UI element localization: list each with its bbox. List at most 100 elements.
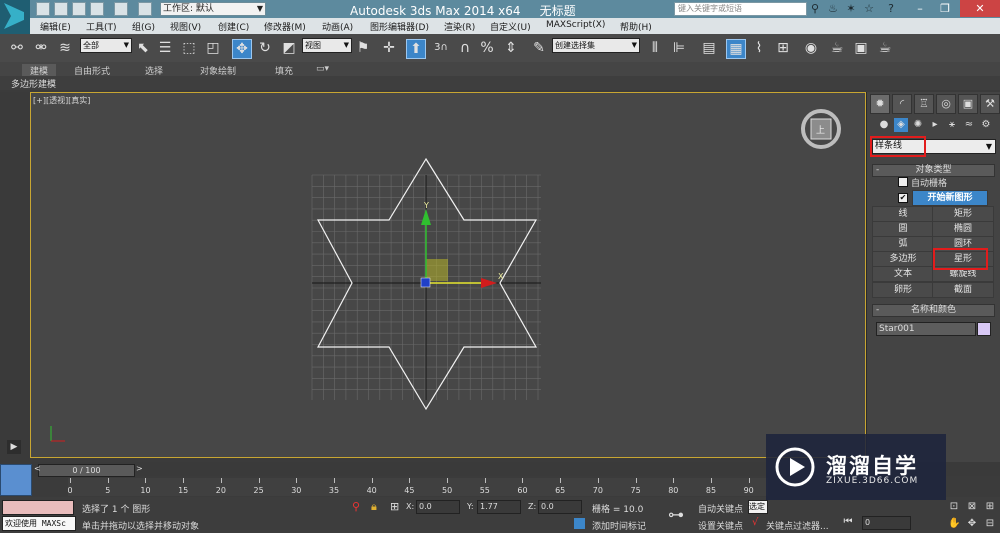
viewport-label[interactable]: [+][透视][真实] xyxy=(33,95,90,106)
create-tab-icon[interactable]: ✹ xyxy=(870,94,890,114)
menu-group[interactable]: 组(G) xyxy=(132,20,155,33)
geometry-icon[interactable]: ● xyxy=(877,118,891,132)
mini-curve-editor-icon[interactable] xyxy=(0,464,32,496)
z-coord-field[interactable]: 0.0 xyxy=(538,500,582,514)
menu-help[interactable]: 帮助(H) xyxy=(620,20,652,33)
menu-animation[interactable]: 动画(A) xyxy=(322,20,353,33)
time-slider[interactable]: 0 / 100 xyxy=(38,464,135,477)
ngon-button[interactable]: 多边形 xyxy=(872,251,934,267)
object-name-field[interactable]: Star001 xyxy=(876,322,976,336)
plane-constraint-handle[interactable] xyxy=(426,259,448,281)
select-move-icon[interactable]: ✥ xyxy=(232,39,252,59)
polygon-modeling-label[interactable]: 多边形建模 xyxy=(11,77,56,90)
menu-maxscript[interactable]: MAXScript(X) xyxy=(546,20,605,30)
lights-icon[interactable]: ✺ xyxy=(911,118,925,132)
unlink-icon[interactable]: ⚮ xyxy=(32,39,50,57)
line-button[interactable]: 线 xyxy=(872,206,934,222)
play-icon[interactable]: ▶ xyxy=(7,440,21,454)
render-setup-icon[interactable]: ☕ xyxy=(828,39,846,57)
viewcube[interactable]: 上 xyxy=(800,108,842,150)
slider-next-icon[interactable]: > xyxy=(136,464,143,473)
named-selection-dropdown[interactable]: 创建选择集 ▼ xyxy=(552,38,640,53)
ellipse-button[interactable]: 椭圆 xyxy=(932,221,994,237)
y-coord-field[interactable]: 1.77 xyxy=(477,500,521,514)
add-time-tag[interactable]: 添加时间标记 xyxy=(592,519,646,532)
ref-coord-dropdown[interactable]: 视图 ▼ xyxy=(302,38,352,53)
menu-rendering[interactable]: 渲染(R) xyxy=(444,20,475,33)
restore-icon[interactable]: ❐ xyxy=(930,0,960,17)
x-coord-field[interactable]: 0.0 xyxy=(416,500,460,514)
workspace-dropdown[interactable]: 工作区: 默认 ▼ xyxy=(160,2,266,16)
arc-button[interactable]: 弧 xyxy=(872,236,934,252)
utilities-tab-icon[interactable]: ⚒ xyxy=(980,94,1000,114)
render-production-icon[interactable]: ☕ xyxy=(876,39,894,57)
hold-icon[interactable] xyxy=(138,2,152,16)
manipulate-icon[interactable]: ✛ xyxy=(380,39,398,57)
modify-tab-icon[interactable]: ◜ xyxy=(892,94,912,114)
rendered-frame-icon[interactable]: ▣ xyxy=(852,39,870,57)
menu-graph-editors[interactable]: 图形编辑器(D) xyxy=(370,20,429,33)
go-to-start-icon[interactable]: ⏮ xyxy=(842,516,854,528)
menu-views[interactable]: 视图(V) xyxy=(170,20,201,33)
key-selection-dropdown[interactable]: 选定 xyxy=(748,500,768,514)
help-icon[interactable]: ? xyxy=(884,2,898,15)
align-icon[interactable]: ⊫ xyxy=(670,39,688,57)
circle-button[interactable]: 圆 xyxy=(872,221,934,237)
pivot-center-icon[interactable]: ⚑ xyxy=(354,39,372,57)
communication-icon[interactable]: ✶ xyxy=(844,2,858,15)
maximize-viewport-icon[interactable]: ⊟ xyxy=(984,518,996,530)
maxscript-mini-listener[interactable]: 欢迎使用 MAXSc xyxy=(2,516,76,531)
track-bar[interactable] xyxy=(68,478,768,496)
menu-customize[interactable]: 自定义(U) xyxy=(490,20,531,33)
curve-editor-icon[interactable]: ⌇ xyxy=(750,39,768,57)
object-color-swatch[interactable] xyxy=(977,322,991,336)
orbit-icon[interactable]: ✥ xyxy=(966,518,978,530)
systems-icon[interactable]: ⚙ xyxy=(979,118,993,132)
lock-selection-icon[interactable]: 🔒︎ xyxy=(371,500,377,514)
space-warps-icon[interactable]: ≈ xyxy=(962,118,976,132)
undo-icon[interactable] xyxy=(90,2,104,16)
egg-button[interactable]: 卵形 xyxy=(872,282,934,298)
new-file-icon[interactable] xyxy=(36,2,50,16)
select-by-name-icon[interactable]: ☰ xyxy=(156,39,174,57)
autogrid-checkbox[interactable] xyxy=(898,177,908,187)
search-input[interactable]: 键入关键字或短语 xyxy=(674,2,807,16)
current-frame-field[interactable]: 0 xyxy=(862,516,911,530)
snaps-toggle-icon[interactable]: 3∩ xyxy=(432,39,450,57)
set-key-button[interactable]: 设置关键点 xyxy=(698,519,743,532)
layer-manager-icon[interactable]: ▤ xyxy=(700,39,718,57)
save-file-icon[interactable] xyxy=(72,2,86,16)
auto-key-button[interactable]: 自动关键点 xyxy=(698,502,743,515)
select-scale-icon[interactable]: ◩ xyxy=(280,39,298,57)
spinner-snap-icon[interactable]: ⇕ xyxy=(502,39,520,57)
shapes-icon[interactable]: ◈ xyxy=(894,118,908,132)
key-filters-button[interactable]: 关键点过滤器... xyxy=(766,519,829,532)
angle-snap-icon[interactable]: ∩ xyxy=(456,39,474,57)
link-icon[interactable]: ⚯ xyxy=(8,39,26,57)
zoom-extents-all-icon[interactable]: ⊠ xyxy=(966,501,978,513)
close-icon[interactable]: ✕ xyxy=(960,0,1000,17)
binoculars-icon[interactable]: ⚲ xyxy=(808,2,822,15)
hierarchy-tab-icon[interactable]: ♖ xyxy=(914,94,934,114)
menu-modifiers[interactable]: 修改器(M) xyxy=(264,20,306,33)
keyboard-shortcut-override-icon[interactable]: ⬆ xyxy=(406,39,426,59)
open-file-icon[interactable] xyxy=(54,2,68,16)
set-key-icon[interactable]: ⊶ xyxy=(668,505,684,524)
isolate-icon[interactable]: ⚲ xyxy=(352,500,360,513)
graphite-toolbar-icon[interactable]: ▦ xyxy=(726,39,746,59)
edit-named-selection-icon[interactable]: ✎ xyxy=(530,39,548,57)
start-new-shape-checkbox[interactable]: ✔ xyxy=(898,193,908,203)
zoom-extents-icon[interactable]: ⊡ xyxy=(948,501,960,513)
start-new-shape-button[interactable]: 开始新图形 xyxy=(912,190,988,206)
section-button[interactable]: 截面 xyxy=(932,282,994,298)
menu-tools[interactable]: 工具(T) xyxy=(86,20,117,33)
time-tag-icon[interactable] xyxy=(574,518,585,529)
slider-prev-icon[interactable]: < xyxy=(34,464,41,473)
select-object-icon[interactable]: ⬉ xyxy=(134,39,152,57)
material-editor-icon[interactable]: ◉ xyxy=(802,39,820,57)
rectangle-button[interactable]: 矩形 xyxy=(932,206,994,222)
mirror-icon[interactable]: ⫴ xyxy=(646,39,664,57)
y-axis-arrow[interactable] xyxy=(421,209,431,225)
zoom-region-icon[interactable]: ⊞ xyxy=(984,501,996,513)
perspective-viewport[interactable]: Y X xyxy=(30,92,866,458)
